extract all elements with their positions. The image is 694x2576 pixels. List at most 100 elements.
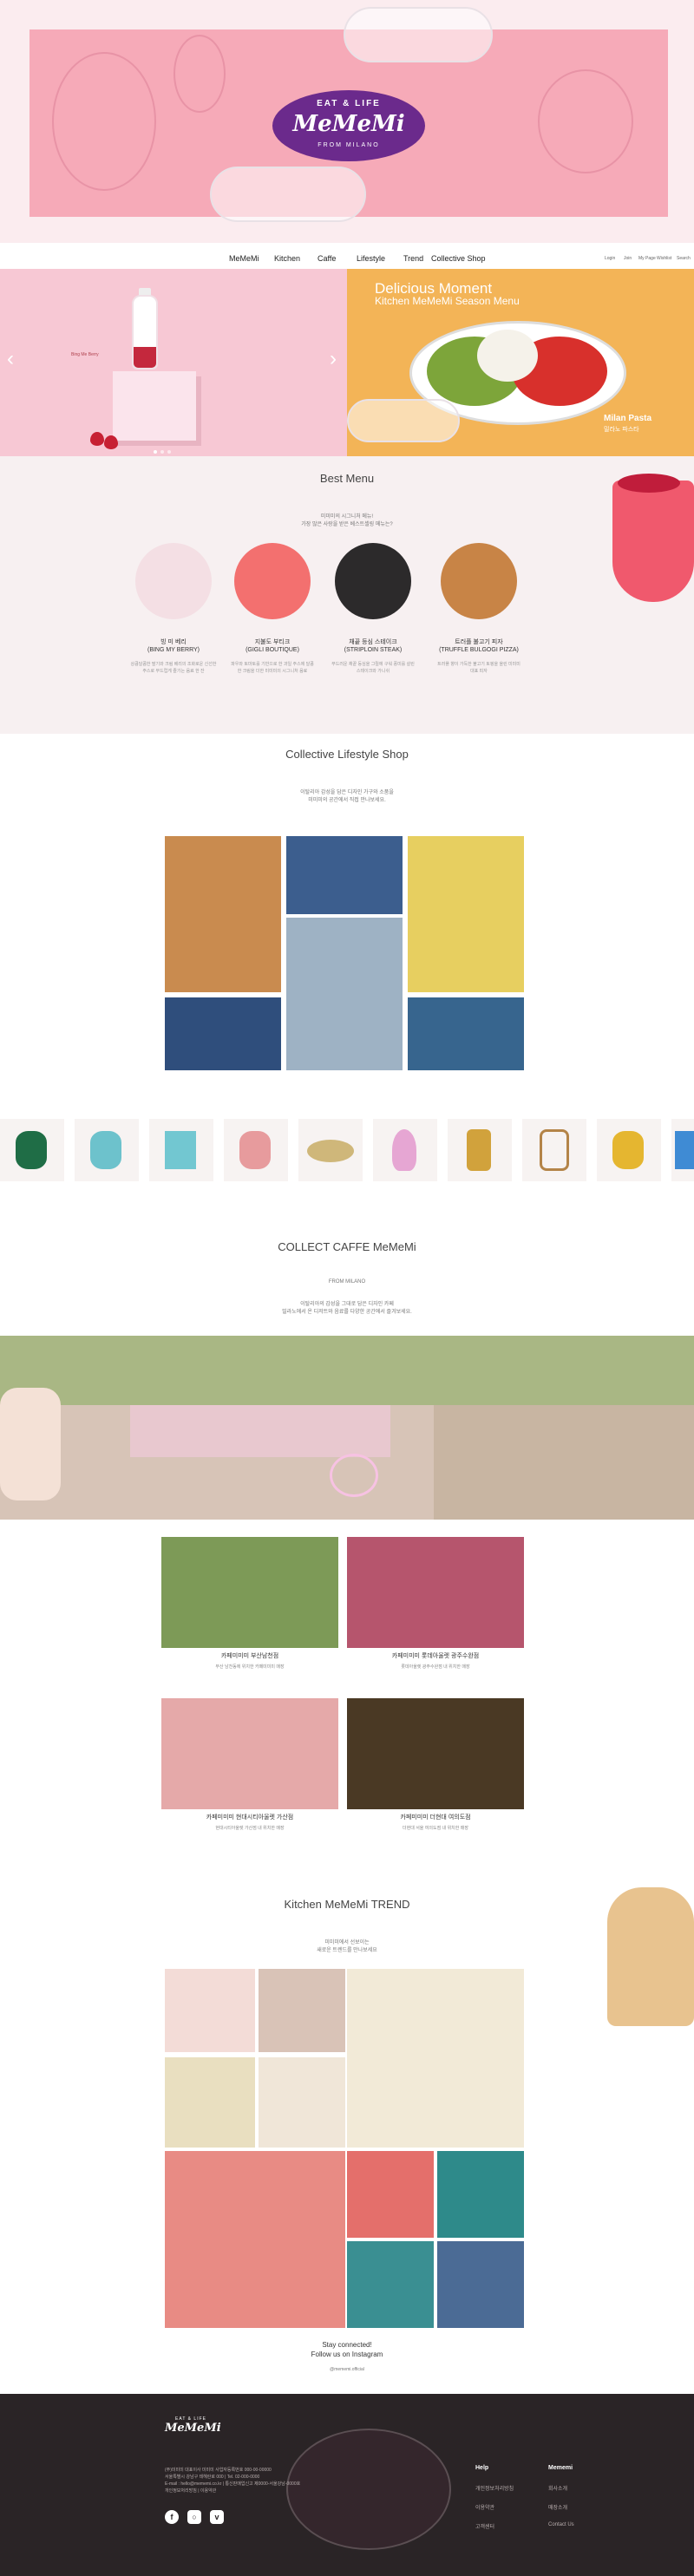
chevron-left-icon[interactable]: ‹ — [7, 347, 14, 371]
drink-topping — [618, 474, 680, 493]
trend-photo[interactable] — [165, 1969, 255, 2052]
banner-slide-drink[interactable]: Bing Me Berry ‹ › — [0, 269, 347, 456]
lifestyle-photo[interactable] — [286, 836, 403, 914]
trend-photo[interactable] — [437, 2241, 524, 2328]
lifestyle-photo[interactable] — [286, 918, 403, 1070]
store-photo[interactable] — [161, 1537, 338, 1648]
neon-sign — [330, 1454, 378, 1497]
footer-link[interactable]: Contact Us — [548, 2522, 574, 2527]
menu-item-name[interactable]: 트러플 불고기 피자 (TRUFFLE BULGOGI PIZZA) — [431, 638, 527, 654]
trend-photo[interactable] — [347, 2241, 434, 2328]
follow-text[interactable]: Follow us on Instagram — [0, 2350, 694, 2359]
shell-bowl — [307, 1140, 354, 1162]
lifestyle-photo[interactable] — [165, 997, 281, 1070]
product-card[interactable] — [149, 1119, 213, 1181]
wishlist-link[interactable]: Wishlist — [657, 256, 671, 261]
menu-item-image[interactable] — [335, 543, 411, 619]
footer-link[interactable]: 회사소개 — [548, 2484, 567, 2492]
instagram-handle[interactable]: @mememi.official — [0, 2366, 694, 2374]
trend-photo[interactable] — [347, 2151, 434, 2238]
stool-pink — [239, 1131, 271, 1169]
product-card[interactable] — [448, 1119, 512, 1181]
store-name[interactable]: 카페미미미 더현대 여의도점 — [349, 1813, 522, 1821]
footer-link[interactable]: 이용약관 — [475, 2503, 494, 2511]
best-menu-section: Best Menu 미미미의 시그니처 메뉴! 가장 많은 사랑을 받은 베스트… — [0, 456, 694, 734]
nav-item-lifestyle[interactable]: Lifestyle — [357, 254, 385, 263]
policy-line[interactable]: 개인정보처리방침 | 이용약관 — [165, 2488, 442, 2494]
trend-photo[interactable] — [259, 2057, 345, 2148]
menu-item-image[interactable] — [441, 543, 517, 619]
footer-company-info: (주)미미미 대표이사 미미미 사업자등록번호 000-00-00000 서울특… — [165, 2467, 442, 2494]
product-card[interactable] — [522, 1119, 586, 1181]
store-photo[interactable] — [347, 1698, 524, 1809]
menu-item-name[interactable]: 채끝 등심 스테이크 (STRIPLOIN STEAK) — [325, 638, 421, 654]
chevron-right-icon[interactable]: › — [330, 347, 337, 371]
logo-sub-text: FROM MILANO — [318, 142, 380, 148]
facebook-icon[interactable]: f — [165, 2510, 179, 2524]
my-page-link[interactable]: My Page — [638, 256, 656, 261]
menu-item-name[interactable]: 빙 미 베리 (BING MY BERRY) — [126, 638, 221, 654]
product-card[interactable] — [224, 1119, 288, 1181]
product-card[interactable] — [298, 1119, 363, 1181]
drink-decoration — [612, 481, 694, 602]
slider-dot[interactable] — [167, 450, 171, 454]
nav-item-trend[interactable]: Trend — [403, 254, 423, 263]
table-teal — [165, 1131, 196, 1169]
brand-logo[interactable]: EAT & LIFE MeMeMi FROM MILANO — [272, 90, 425, 161]
menu-item-name[interactable]: 지불도 부티크 (GIGLI BOUTIQUE) — [225, 638, 320, 654]
footer-logo[interactable]: EAT & LIFE MeMeMi — [165, 2416, 221, 2435]
nav-item-caffe[interactable]: Caffe — [318, 254, 336, 263]
address-line: 서울특별시 강남구 테헤란로 000 | Tel. 02-000-0000 — [165, 2475, 260, 2480]
store-photo[interactable] — [161, 1698, 338, 1809]
lifestyle-photo[interactable] — [408, 836, 524, 992]
product-card[interactable] — [373, 1119, 437, 1181]
caffe-greenery — [0, 1336, 694, 1405]
instagram-icon[interactable]: ○ — [187, 2510, 201, 2524]
trend-photo[interactable] — [165, 2151, 345, 2328]
store-photo[interactable] — [347, 1537, 524, 1648]
nav-item-kitchen[interactable]: Kitchen — [274, 254, 300, 263]
slider-dot[interactable] — [160, 450, 164, 454]
product-card[interactable] — [671, 1119, 694, 1181]
store-name[interactable]: 카페미미미 롯데아울렛 광주수완점 — [349, 1651, 522, 1660]
stay-connected: Stay connected! Follow us on Instagram — [0, 2340, 694, 2359]
trend-photo[interactable] — [347, 1969, 524, 2148]
product-card[interactable] — [0, 1119, 64, 1181]
footer-link[interactable]: 개인정보처리방침 — [475, 2484, 514, 2492]
store-name[interactable]: 카페미미미 현대시티아울렛 가산점 — [163, 1813, 337, 1821]
sketch-figure — [52, 52, 156, 191]
menu-item-desc: 부드러운 채끝 등심을 그릴에 구워 풍미를 살린 스테이크와 가니쉬 — [331, 662, 415, 674]
menu-item-image[interactable] — [135, 543, 212, 619]
chair-gold — [467, 1129, 491, 1171]
desc-line: 밀라노에서 온 디저트와 음료를 다양한 공간에서 즐겨보세요. — [282, 1310, 412, 1315]
caffe-tables — [130, 1405, 390, 1457]
nav-item-mememi[interactable]: MeMeMi — [229, 254, 259, 263]
trend-photo[interactable] — [259, 1969, 345, 2052]
lifestyle-photo[interactable] — [408, 997, 524, 1070]
menu-item-desc: 파우와 토마토를 기반으로 한 과일 주스에 달콤한 크림을 더한 미미미의 시… — [231, 662, 314, 674]
join-link[interactable]: Join — [624, 256, 632, 261]
search-link[interactable]: Search — [677, 256, 691, 261]
hand-top-illustration — [344, 7, 493, 62]
footer-link[interactable]: 고객센터 — [475, 2522, 494, 2530]
lifestyle-photo[interactable] — [165, 836, 281, 992]
menu-name-kr: 트러플 불고기 피자 — [455, 639, 503, 645]
trend-photo[interactable] — [437, 2151, 524, 2238]
nav-item-collective-shop[interactable]: Collective Shop — [431, 254, 486, 263]
product-card[interactable] — [597, 1119, 661, 1181]
bottle-liquid — [134, 347, 156, 368]
trend-photo[interactable] — [165, 2057, 255, 2148]
desc-line: 미미미의 공간에서 직접 만나보세요. — [308, 798, 386, 803]
main-banner: Bing Me Berry ‹ › Delicious Moment Kitch… — [0, 269, 694, 456]
login-link[interactable]: Login — [605, 256, 615, 261]
slider-dot[interactable] — [154, 450, 157, 454]
product-card[interactable] — [75, 1119, 139, 1181]
vimeo-icon[interactable]: v — [210, 2510, 224, 2524]
menu-item-image[interactable] — [234, 543, 311, 619]
store-desc: 롯데아울렛 광주수완점 내 위치한 매장 — [401, 1664, 470, 1670]
footer-link[interactable]: 매장소개 — [548, 2503, 567, 2511]
stool-green — [16, 1131, 47, 1169]
footer: EAT & LIFE MeMeMi (주)미미미 대표이사 미미미 사업자등록번… — [0, 2394, 694, 2576]
store-name[interactable]: 카페미미미 부산남천점 — [163, 1651, 337, 1660]
rabbit-chair — [392, 1129, 416, 1171]
